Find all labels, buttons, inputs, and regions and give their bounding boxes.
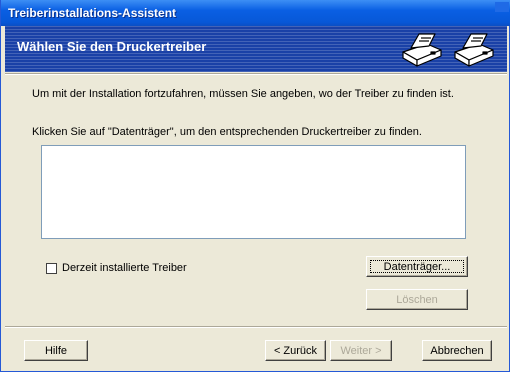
prompt-text: Klicken Sie auf "Datenträger", um den en… bbox=[32, 126, 422, 138]
next-button[interactable]: Weiter > bbox=[330, 340, 392, 361]
installed-drivers-checkbox[interactable] bbox=[46, 262, 57, 274]
titlebar-corner bbox=[495, 2, 509, 12]
help-button[interactable]: Hilfe bbox=[24, 340, 88, 361]
instruction-text: Um mit der Installation fortzufahren, mü… bbox=[32, 88, 454, 100]
page-heading: Wählen Sie den Druckertreiber bbox=[17, 39, 207, 54]
wizard-window: Treiberinstallations-Assistent Wählen Si… bbox=[0, 0, 510, 372]
driver-listbox[interactable] bbox=[41, 145, 466, 239]
installed-drivers-label: Derzeit installierte Treiber bbox=[62, 262, 187, 274]
installed-drivers-checkbox-row[interactable]: Derzeit installierte Treiber bbox=[46, 262, 187, 274]
printer-icon bbox=[454, 33, 494, 67]
back-button[interactable]: < Zurück bbox=[265, 340, 326, 361]
printer-icons bbox=[402, 33, 494, 67]
window-title: Treiberinstallations-Assistent bbox=[8, 6, 177, 20]
header-banner: Wählen Sie den Druckertreiber bbox=[5, 26, 507, 72]
disk-button[interactable]: Datenträger... bbox=[366, 256, 468, 277]
delete-button[interactable]: Löschen bbox=[366, 289, 468, 310]
printer-icon bbox=[402, 33, 442, 67]
footer-separator bbox=[5, 326, 507, 328]
title-bar[interactable]: Treiberinstallations-Assistent bbox=[1, 0, 510, 26]
header-separator bbox=[5, 73, 507, 75]
cancel-button[interactable]: Abbrechen bbox=[422, 340, 492, 361]
